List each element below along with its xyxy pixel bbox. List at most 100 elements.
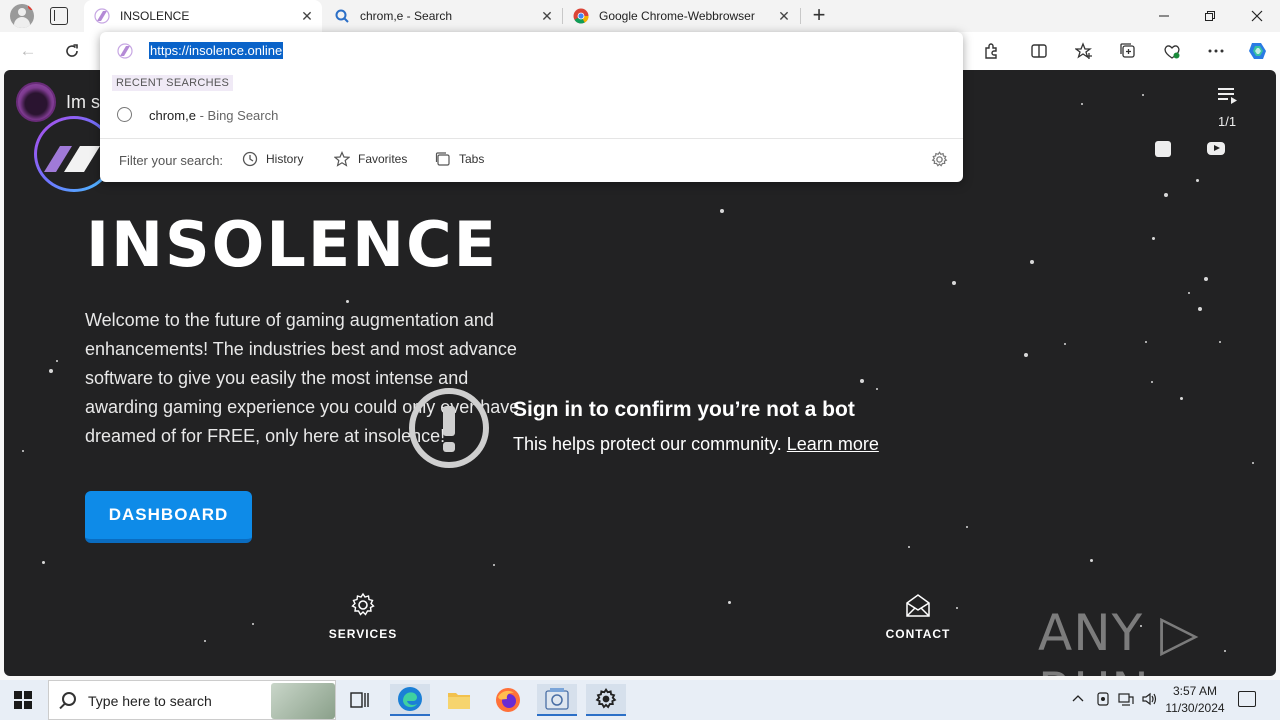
volume-icon[interactable]: [1142, 692, 1158, 709]
star-dot: [728, 601, 731, 604]
bot-check-text: This helps protect our community.: [513, 434, 787, 454]
bot-check-heading: Sign in to confirm you’re not a bot: [513, 398, 855, 421]
close-tab-icon[interactable]: ✕: [538, 8, 556, 25]
channel-avatar[interactable]: [16, 82, 56, 122]
insolence-favicon-icon: [117, 43, 133, 59]
back-arrow-icon[interactable]: ←: [18, 41, 38, 61]
favorites-icon[interactable]: [1074, 41, 1094, 61]
settings-taskbar-button[interactable]: [586, 684, 626, 716]
performance-icon[interactable]: [1162, 41, 1182, 61]
star-dot: [720, 209, 724, 213]
copilot-icon[interactable]: [1246, 39, 1270, 63]
folder-icon: [448, 693, 470, 709]
filter-label: Filter your search:: [119, 153, 224, 168]
tab-title: chrom,e - Search: [360, 9, 453, 23]
star-dot: [1164, 193, 1168, 197]
contact-label: CONTACT: [885, 627, 951, 641]
restore-button[interactable]: [1187, 0, 1233, 32]
star-dot: [49, 369, 53, 373]
star-dot: [1142, 94, 1144, 96]
tabs-icon: [435, 152, 450, 166]
address-bar-dropdown: https://insolence.online RECENT SEARCHES…: [100, 32, 963, 182]
star-dot: [876, 388, 878, 390]
tab-actions-icon[interactable]: [50, 7, 68, 25]
star-dot: [42, 561, 45, 564]
device-icon[interactable]: [1096, 692, 1110, 709]
star-dot: [1081, 103, 1083, 105]
firefox-icon: [496, 688, 520, 712]
clock-date: 11/30/2024: [1165, 701, 1225, 715]
notifications-icon[interactable]: [1238, 691, 1256, 707]
address-input[interactable]: https://insolence.online: [149, 42, 284, 59]
video-title[interactable]: Im s: [66, 92, 100, 113]
youtube-icon[interactable]: [1207, 142, 1225, 155]
filter-favorites-button[interactable]: Favorites: [334, 151, 407, 167]
app-taskbar-button[interactable]: [537, 684, 577, 716]
star-dot: [1180, 397, 1183, 400]
warning-icon: [409, 388, 489, 468]
firefox-taskbar-button[interactable]: [488, 684, 528, 716]
star-dot: [1090, 559, 1093, 562]
envelope-icon: [906, 594, 930, 617]
filter-favorites-label: Favorites: [358, 152, 408, 166]
star-dot: [1145, 341, 1147, 343]
recent-search-query: chrom,e: [149, 108, 196, 123]
tab-bing-search[interactable]: chrom,e - Search ✕: [324, 0, 562, 32]
star-dot: [346, 300, 349, 303]
task-view-button[interactable]: [340, 684, 380, 716]
more-options-icon[interactable]: [1206, 41, 1226, 61]
star-dot: [1219, 341, 1221, 343]
edge-taskbar-button[interactable]: [390, 684, 430, 716]
system-clock[interactable]: 3:57 AM 11/30/2024: [1162, 683, 1228, 717]
profile-icon[interactable]: [10, 4, 34, 28]
dropdown-divider: [100, 138, 963, 139]
playlist-count: 1/1: [1218, 114, 1237, 129]
filter-tabs-button[interactable]: Tabs: [435, 151, 484, 167]
file-explorer-taskbar-button[interactable]: [439, 684, 479, 716]
history-icon: [117, 107, 132, 122]
star-dot: [860, 379, 864, 383]
show-hidden-icons-chevron-icon[interactable]: [1072, 692, 1084, 706]
star-dot: [493, 564, 495, 566]
restore-icon: [1205, 11, 1215, 21]
star-dot: [908, 546, 910, 548]
dashboard-button[interactable]: DASHBOARD: [85, 491, 252, 543]
insolence-logo-icon: [44, 146, 100, 172]
tab-insolence[interactable]: INSOLENCE ✕: [84, 0, 322, 32]
split-screen-icon[interactable]: [1029, 41, 1049, 61]
recent-search-item[interactable]: chrom,e - Bing Search: [100, 104, 963, 128]
history-icon: [242, 151, 258, 167]
taskbar-search-box[interactable]: Type here to search: [48, 680, 336, 720]
settings-gear-icon[interactable]: [931, 151, 948, 168]
settings-gear-icon: [595, 688, 617, 709]
star-dot: [1204, 277, 1208, 281]
close-window-button[interactable]: [1234, 0, 1280, 32]
new-tab-button[interactable]: +: [808, 4, 830, 27]
services-nav-item[interactable]: SERVICES: [303, 592, 423, 641]
star-dot: [952, 281, 956, 285]
tab-chrome[interactable]: Google Chrome-Webbrowser ✕: [563, 0, 799, 32]
services-label: SERVICES: [328, 627, 398, 641]
discord-icon[interactable]: [1155, 141, 1171, 157]
filter-tabs-label: Tabs: [459, 152, 485, 166]
learn-more-link[interactable]: Learn more: [787, 434, 879, 454]
windows-start-icon[interactable]: [14, 691, 32, 709]
close-tab-icon[interactable]: ✕: [298, 8, 316, 25]
minimize-button[interactable]: [1141, 0, 1187, 32]
task-view-icon: [350, 692, 369, 708]
star-dot: [966, 526, 968, 528]
refresh-icon[interactable]: [62, 41, 82, 61]
network-icon[interactable]: [1118, 692, 1134, 709]
taskbar-search-placeholder: Type here to search: [88, 693, 212, 709]
star-dot: [1151, 381, 1153, 383]
star-dot: [1152, 237, 1155, 240]
contact-nav-item[interactable]: CONTACT: [858, 592, 978, 641]
extensions-icon[interactable]: [981, 41, 1001, 61]
tab-divider: [800, 8, 801, 24]
close-tab-icon[interactable]: ✕: [775, 8, 793, 25]
filter-history-button[interactable]: History: [242, 151, 303, 167]
star-dot: [1024, 353, 1028, 357]
playlist-icon[interactable]: [1218, 88, 1238, 104]
star-dot: [204, 640, 206, 642]
collections-icon[interactable]: [1118, 41, 1138, 61]
